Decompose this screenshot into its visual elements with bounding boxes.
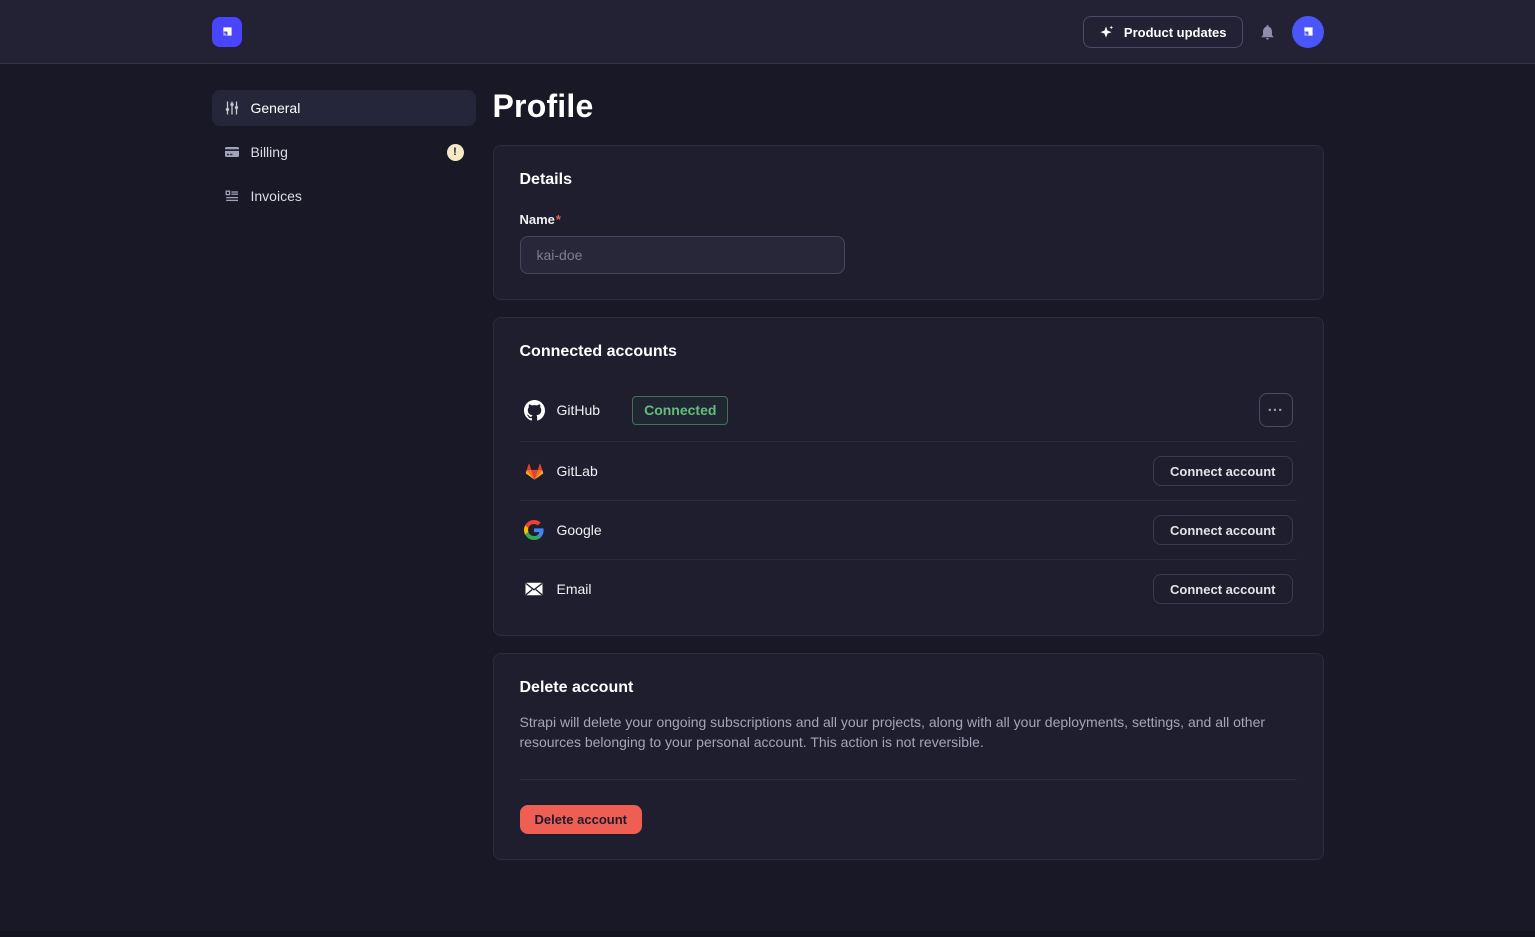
sidebar-item-invoices[interactable]: Invoices (212, 178, 476, 214)
credit-card-icon (224, 144, 240, 160)
connected-accounts-card: Connected accounts GitHub Connected ... (493, 317, 1324, 636)
notifications-button[interactable] (1259, 24, 1276, 41)
google-icon (524, 520, 545, 541)
email-connect-button[interactable]: Connect account (1153, 574, 1292, 604)
delete-account-button[interactable]: Delete account (520, 805, 642, 834)
name-field-group: Name* (520, 211, 1297, 274)
divider (520, 779, 1297, 780)
settings-sidebar: General Billing ! (212, 90, 476, 937)
page-title: Profile (493, 88, 1324, 125)
google-connect-button[interactable]: Connect account (1153, 515, 1292, 545)
gitlab-connect-button[interactable]: Connect account (1153, 456, 1292, 486)
provider-name: GitLab (557, 463, 598, 479)
bottom-strip (0, 931, 1535, 937)
name-input[interactable] (520, 236, 845, 274)
strapi-avatar-icon (1297, 21, 1319, 43)
details-card-title: Details (520, 171, 1297, 189)
provider-name: Google (557, 522, 602, 538)
delete-account-card: Delete account Strapi will delete your o… (493, 653, 1324, 860)
connected-accounts-title: Connected accounts (520, 343, 1297, 361)
github-icon (524, 400, 545, 421)
strapi-logo[interactable] (212, 17, 242, 47)
product-updates-button[interactable]: Product updates (1083, 16, 1243, 48)
top-bar: Product updates (0, 0, 1535, 64)
profile-main: Profile Details Name* Connected accounts (493, 90, 1324, 937)
strapi-mark-icon (216, 21, 238, 43)
user-avatar[interactable] (1292, 16, 1324, 48)
account-row-google: Google Connect account (520, 501, 1297, 560)
bell-icon (1259, 24, 1276, 41)
billing-warning-badge: ! (447, 144, 464, 161)
sidebar-item-general[interactable]: General (212, 90, 476, 126)
sidebar-item-label: General (251, 100, 301, 116)
account-row-gitlab: GitLab Connect account (520, 442, 1297, 501)
account-row-github: GitHub Connected ... (520, 373, 1297, 442)
delete-account-description: Strapi will delete your ongoing subscrip… (520, 712, 1297, 752)
sidebar-item-label: Invoices (251, 188, 302, 204)
provider-name: Email (557, 581, 592, 597)
sidebar-item-billing[interactable]: Billing ! (212, 134, 476, 170)
name-label: Name* (520, 212, 561, 227)
account-row-email: Email Connect account (520, 560, 1297, 610)
product-updates-label: Product updates (1124, 25, 1227, 40)
gitlab-icon (524, 461, 545, 482)
github-more-button[interactable]: ... (1259, 393, 1293, 427)
invoice-list-icon (224, 188, 240, 204)
sparkles-icon (1099, 24, 1115, 40)
delete-account-title: Delete account (520, 679, 1297, 697)
required-asterisk: * (556, 212, 561, 227)
email-icon (524, 579, 545, 600)
details-card: Details Name* (493, 145, 1324, 300)
connected-status-badge: Connected (632, 396, 728, 425)
provider-name: GitHub (557, 402, 601, 418)
sliders-icon (224, 100, 240, 116)
sidebar-item-label: Billing (251, 144, 288, 160)
